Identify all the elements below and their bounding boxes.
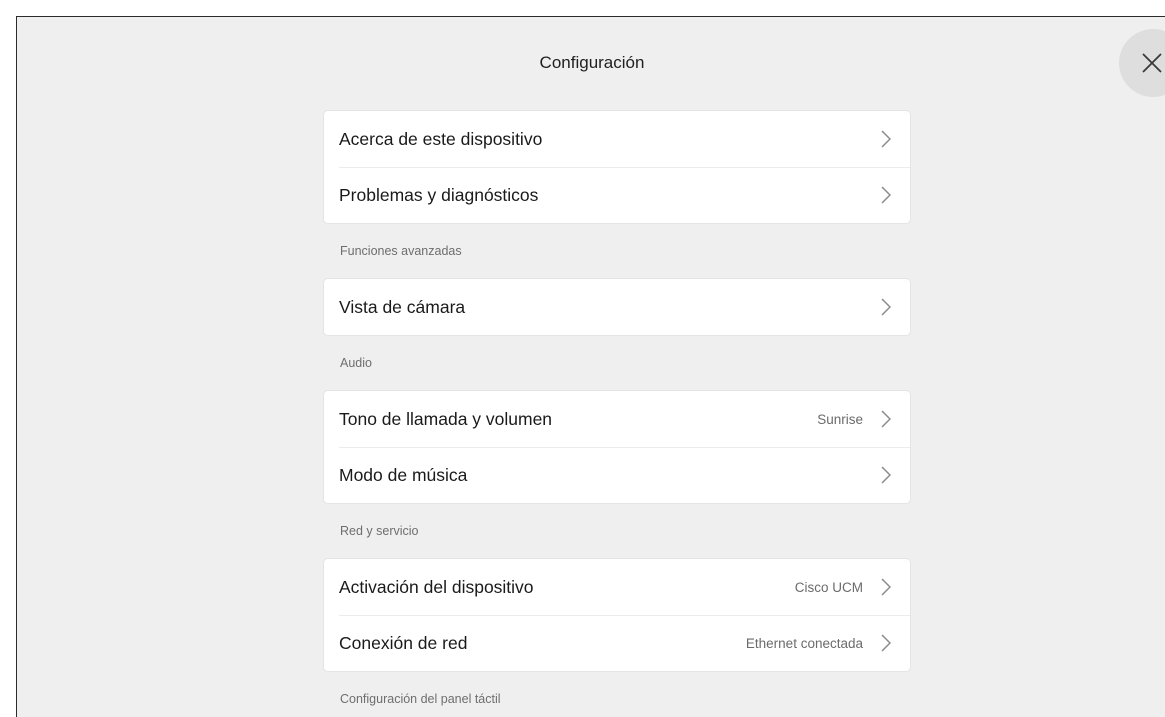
settings-item-network-connection[interactable]: Conexión de red Ethernet conectada [324,615,910,671]
settings-item-label: Tono de llamada y volumen [339,408,553,429]
settings-item-label: Activación del dispositivo [339,576,534,597]
section-label-touch-panel: Configuración del panel táctil [340,692,501,706]
settings-item-value: Cisco UCM [794,579,863,595]
settings-item-label: Modo de música [339,464,468,485]
close-icon [1142,53,1162,73]
settings-item-ringtone-volume[interactable]: Tono de llamada y volumen Sunrise [324,391,910,447]
settings-list: Acerca de este dispositivo Problemas y d… [324,111,910,717]
settings-item-label: Conexión de red [339,632,468,653]
settings-item-label: Acerca de este dispositivo [339,128,543,149]
chevron-right-icon [877,464,895,486]
chevron-right-icon [877,296,895,318]
settings-item-troubleshooting[interactable]: Problemas y diagnósticos [324,167,910,223]
settings-item-label: Vista de cámara [339,296,466,317]
section-label-network: Red y servicio [340,524,419,538]
group-general: Acerca de este dispositivo Problemas y d… [324,111,910,223]
settings-item-label: Problemas y diagnósticos [339,184,539,205]
close-button[interactable] [1119,29,1165,97]
settings-item-value: Ethernet conectada [745,635,863,651]
chevron-right-icon [877,632,895,654]
page-title: Configuración [539,53,645,72]
chevron-right-icon [877,408,895,430]
group-advanced: Vista de cámara [324,279,910,335]
group-network: Activación del dispositivo Cisco UCM Con… [324,559,910,671]
chevron-right-icon [877,184,895,206]
settings-screen: Configuración Acerca de este dispositivo… [16,16,1165,717]
group-audio: Tono de llamada y volumen Sunrise Modo d… [324,391,910,503]
chevron-right-icon [877,576,895,598]
settings-item-device-activation[interactable]: Activación del dispositivo Cisco UCM [324,559,910,615]
settings-item-value: Sunrise [817,411,863,427]
settings-item-about-device[interactable]: Acerca de este dispositivo [324,111,910,167]
settings-item-music-mode[interactable]: Modo de música [324,447,910,503]
section-label-audio: Audio [340,356,372,370]
settings-item-camera-view[interactable]: Vista de cámara [324,279,910,335]
section-label-advanced: Funciones avanzadas [340,244,462,258]
chevron-right-icon [877,128,895,150]
